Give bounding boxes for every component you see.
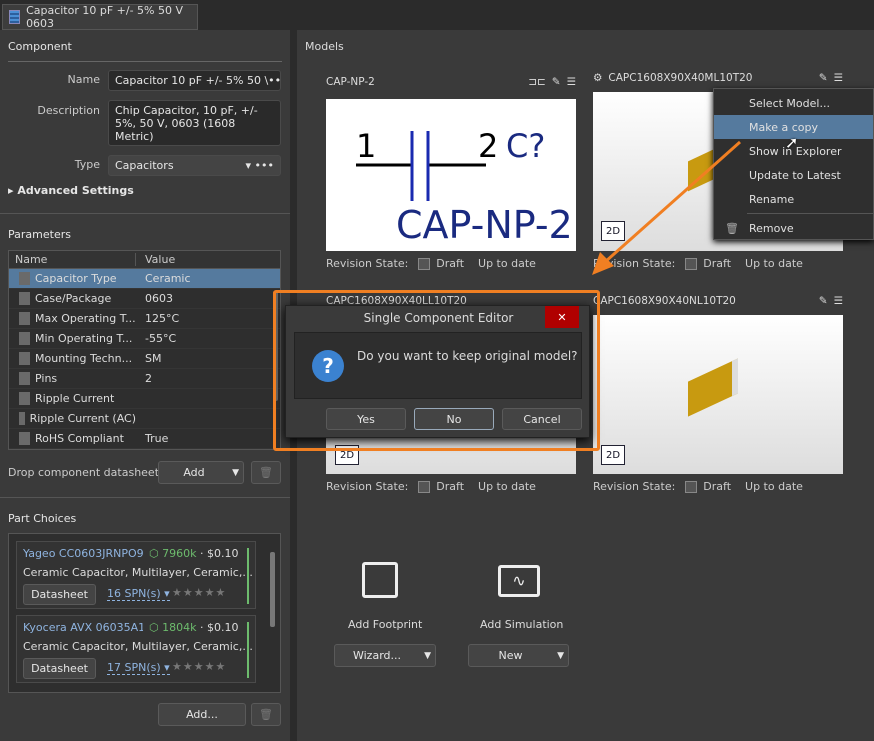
- mouse-cursor: ➚: [785, 133, 799, 152]
- annotation-arrow: [592, 140, 741, 275]
